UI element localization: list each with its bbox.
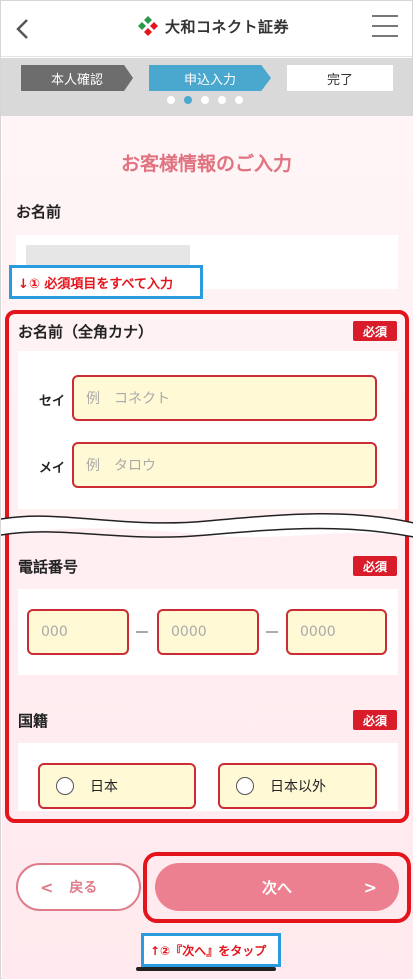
sei-label: セイ [39,394,66,409]
nationality-other-option[interactable]: 日本以外 [218,763,377,809]
phone-part1-input[interactable]: 000 [27,609,129,655]
annotation-step2: ↑②『次へ』をタップ [141,933,281,967]
required-badge: 必須 [353,556,397,576]
chevron-left-icon[interactable] [11,15,35,43]
step-indicator: 本人確認 申込入力 完了 [1,58,412,116]
name-masked-value [26,245,190,267]
mei-input[interactable]: 例 タロウ [72,442,377,488]
required-badge: 必須 [353,321,397,341]
nationality-japan-option[interactable]: 日本 [38,763,196,809]
phone-part3-input[interactable]: 0000 [286,609,387,655]
sei-input[interactable]: 例 コネクト [72,375,377,421]
step-identity-check: 本人確認 [21,65,133,91]
phone-dash [136,631,148,633]
home-indicator [136,967,276,971]
nationality-japan-label: 日本 [90,779,118,795]
chevron-left-icon: < [40,877,54,897]
app-header: 大和コネクト証券 [1,1,412,57]
chevron-right-icon: > [363,877,377,897]
radio-unchecked-icon [236,777,254,795]
step-application-input: 申込入力 [149,65,271,91]
next-button[interactable]: 次へ > [155,863,399,911]
phone-screen: 大和コネクト証券 本人確認 申込入力 完了 お客様情報のご入力 お名前 ↓① 必… [0,0,413,979]
progress-dot [235,96,243,104]
nationality-other-label: 日本以外 [270,779,326,795]
hamburger-menu-icon[interactable] [372,15,398,39]
logo-text: 大和コネクト証券 [165,17,290,36]
progress-dot [167,96,175,104]
mei-label: メイ [39,461,66,476]
name-label: お名前 [16,203,62,221]
page-title: お客様情報のご入力 [120,153,292,175]
daiwa-logo-icon [138,16,158,36]
progress-dots [167,96,243,104]
required-badge: 必須 [353,710,397,730]
phone-dash [266,631,278,633]
kana-name-label: お名前（全角カナ） [18,323,154,341]
step-complete: 完了 [287,65,393,91]
phone-label: 電話番号 [18,558,79,576]
progress-dot [201,96,209,104]
back-button-label: 戻る [69,880,98,896]
progress-dot-active [184,96,192,104]
section-break-wave [1,512,413,538]
back-button[interactable]: < 戻る [16,863,141,911]
brand-logo: 大和コネクト証券 [137,15,289,37]
next-button-label: 次へ [261,878,292,897]
phone-part2-input[interactable]: 0000 [157,609,259,655]
progress-dot [218,96,226,104]
nationality-label: 国籍 [18,712,49,730]
radio-unchecked-icon [56,777,74,795]
annotation-step1: ↓① 必須項目をすべて入力 [9,265,203,299]
